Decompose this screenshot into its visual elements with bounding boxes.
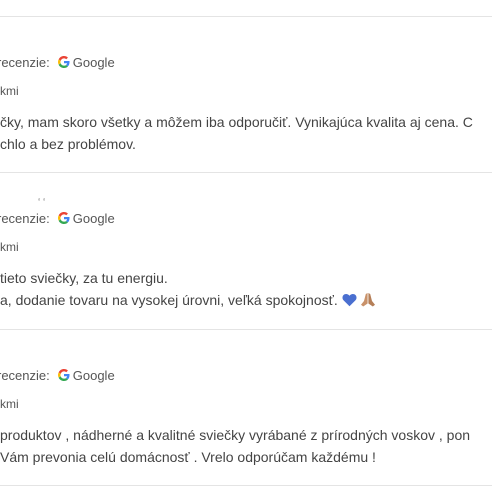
review-text: tieto sviečky, za tu energiu. a, dodanie…	[0, 267, 376, 311]
source-name: Google	[72, 210, 115, 226]
review-text: čky, mam skoro všetky a môžem iba odporu…	[0, 111, 473, 155]
review-source: recenzie: Google	[0, 366, 115, 384]
blue-heart-icon	[342, 291, 357, 313]
google-icon	[57, 212, 70, 224]
review-card: recenzie: Google kmi čky, mam skoro všet…	[0, 17, 500, 173]
review-meta: kmi	[0, 240, 19, 254]
review-line: čky, mam skoro všetky a môžem iba odporu…	[0, 114, 473, 130]
source-label: recenzie:	[0, 54, 50, 70]
source-name: Google	[72, 367, 115, 383]
google-icon	[57, 369, 70, 381]
reviews-list: recenzie: Google kmi čky, mam skoro všet…	[0, 0, 500, 500]
review-meta: kmi	[0, 84, 19, 98]
review-line: produktov , nádherné a kvalitné sviečky …	[0, 427, 471, 443]
review-card: recenzie: Google kmi produktov , nádhern…	[0, 330, 500, 486]
folded-hands-icon	[360, 291, 376, 313]
review-source: recenzie: Google	[0, 209, 115, 227]
review-text: produktov , nádherné a kvalitné sviečky …	[0, 424, 470, 468]
review-line: chlo a bez problémov.	[0, 136, 136, 152]
source-label: recenzie:	[0, 210, 50, 226]
review-tick: ‘ ‘	[38, 197, 46, 208]
google-icon	[57, 56, 70, 68]
review-line-with-emoji: a, dodanie tovaru na vysokej úrovni, veľ…	[0, 289, 376, 311]
review-meta: kmi	[0, 397, 19, 411]
review-line: a, dodanie tovaru na vysokej úrovni, veľ…	[0, 292, 338, 308]
source-name: Google	[72, 54, 115, 70]
review-line: tieto sviečky, za tu energiu.	[0, 270, 168, 286]
review-card: ‘ ‘ recenzie: Google kmi tieto sviečky, …	[0, 173, 500, 329]
source-label: recenzie:	[0, 367, 50, 383]
review-source: recenzie: Google	[0, 53, 115, 71]
review-line: Vám prevonia celú domácnosť . Vrelo odpo…	[0, 449, 376, 465]
